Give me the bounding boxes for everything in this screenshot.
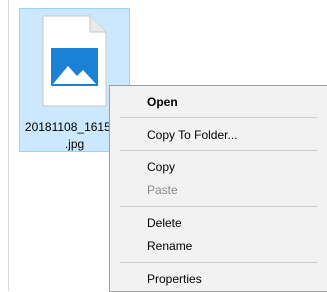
menu-item-properties[interactable]: Properties: [110, 268, 327, 290]
menu-separator: [120, 262, 317, 263]
menu-item-open[interactable]: Open: [110, 91, 327, 113]
menu-item-delete[interactable]: Delete: [110, 212, 327, 234]
menu-separator: [120, 206, 317, 207]
image-file-icon: [42, 15, 107, 107]
menu-separator: [120, 150, 317, 151]
menu-item-paste: Paste: [147, 183, 178, 197]
menu-item-rename[interactable]: Rename: [110, 235, 327, 257]
context-menu: Open Copy To Folder... Copy Paste Delete…: [109, 85, 327, 292]
menu-item-copy-to-folder[interactable]: Copy To Folder...: [110, 124, 327, 146]
menu-item-copy[interactable]: Copy: [110, 156, 327, 178]
menu-separator: [120, 117, 317, 118]
